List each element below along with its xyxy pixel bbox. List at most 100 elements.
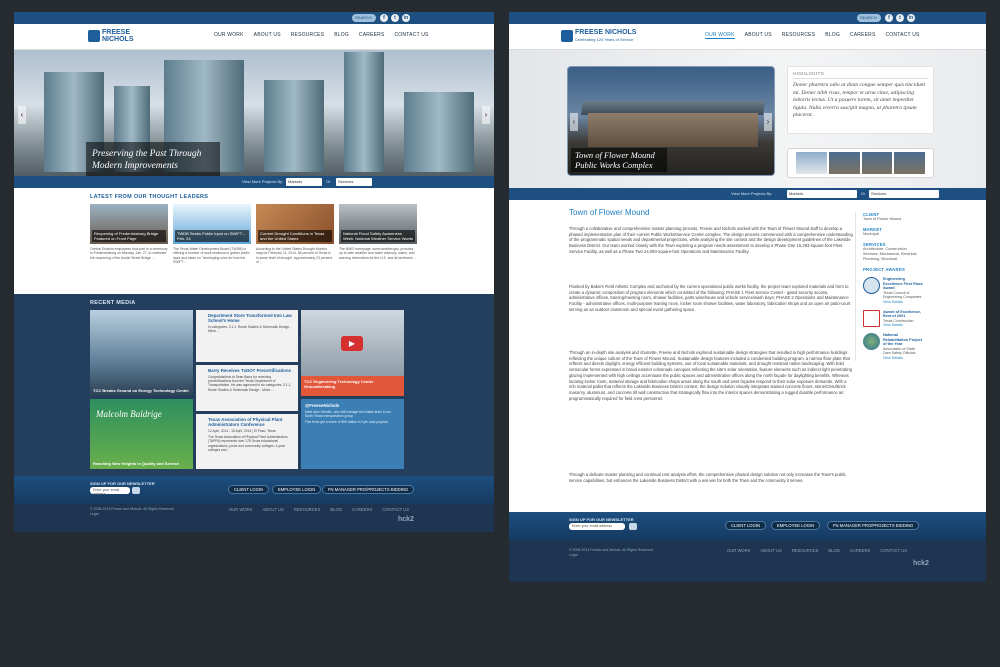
footer-link[interactable]: CONTACT US <box>880 548 907 553</box>
nav-about-us[interactable]: ABOUT US <box>254 32 281 38</box>
newsletter-email-input[interactable]: Enter your email address <box>569 523 625 530</box>
hero-prev-arrow-icon[interactable]: ‹ <box>18 106 26 124</box>
freese-nichols-logo[interactable]: FREESE NICHOLS Celebrating 120 Years of S… <box>561 29 636 43</box>
search-button[interactable]: SEARCH <box>857 14 881 22</box>
project-page-screenshot: SEARCH f t in FREESE NICHOLS Celebrating … <box>509 12 986 582</box>
footer-link[interactable]: CAREERS <box>352 507 372 512</box>
award-item: National Rehabilitation Project of the Y… <box>863 332 923 361</box>
footer-link[interactable]: ABOUT US <box>263 507 284 512</box>
logo-mark-icon <box>88 30 100 42</box>
project-paragraph: Through a delicate master planning and c… <box>569 472 846 483</box>
legal-link[interactable]: Legal <box>569 553 578 557</box>
hck2-credit[interactable]: hck2 <box>398 516 414 523</box>
nav-resources[interactable]: RESOURCES <box>291 32 324 38</box>
hero-next-arrow-icon[interactable]: › <box>482 106 490 124</box>
footer-link[interactable]: BLOG <box>330 507 342 512</box>
nav-contact-us[interactable]: CONTACT US <box>395 32 429 38</box>
markets-select[interactable]: Markets <box>787 190 857 198</box>
media-tile-date: 12 April, 2014 - 15 April, 2014 | El Pas… <box>208 429 276 433</box>
media-tile-video[interactable]: ▶ TCC Engineering Technology Center Grou… <box>301 310 404 396</box>
recent-media-heading: RECENT MEDIA <box>90 300 136 306</box>
logo-line-1: FREESE <box>575 29 604 36</box>
filter-label: View More Projects By: <box>731 191 773 196</box>
footer: © 2008-2014 Freese and Nichols. All Righ… <box>14 504 494 532</box>
nav-resources[interactable]: RESOURCES <box>782 32 815 39</box>
footer: © 2008-2014 Freese and Nichols. All Righ… <box>509 540 986 582</box>
logo-line-1: FREESE <box>102 29 131 36</box>
view-details-link[interactable]: View Details <box>883 300 923 305</box>
media-tile[interactable]: Malcolm Baldrige Reaching New Heights in… <box>90 399 193 469</box>
slide-next-arrow-icon[interactable]: › <box>764 113 772 131</box>
search-label: SEARCH <box>860 15 877 20</box>
slide-thumbnail[interactable] <box>861 152 893 174</box>
award-item: Engineering Excellence First Place Award… <box>863 277 923 305</box>
nav-contact-us[interactable]: CONTACT US <box>886 32 920 39</box>
copyright: © 2008-2014 Freese and Nichols. All Righ… <box>569 548 653 552</box>
nav-blog[interactable]: BLOG <box>825 32 840 39</box>
twitter-icon[interactable]: t <box>896 14 904 22</box>
footer-link[interactable]: ABOUT US <box>761 548 782 553</box>
project-content: Town of Flower Mound Through a collabora… <box>509 200 986 514</box>
employee-login-button[interactable]: EMPLOYEE LOGIN <box>771 521 821 530</box>
nav-about-us[interactable]: ABOUT US <box>745 32 772 39</box>
media-tile-desc: In categories: 3.1.1, Route Studies & Sc… <box>208 325 292 334</box>
nav-menu: OUR WORK ABOUT US RESOURCES BLOG CAREERS… <box>705 32 920 39</box>
view-details-link[interactable]: View Details <box>883 356 923 361</box>
newsletter-bar: SIGN UP FOR OUR NEWSLETTER Enter your em… <box>509 512 986 540</box>
slide-thumbnail[interactable] <box>894 152 925 174</box>
media-tile[interactable]: Barry Receives TxDOT Precertifications C… <box>196 365 298 411</box>
footer-link[interactable]: CONTACT US <box>382 507 409 512</box>
twitter-tile[interactable]: @FreeseNichols Meet Alan Hendrix, who wi… <box>301 399 404 469</box>
markets-select[interactable]: Markets <box>286 178 322 186</box>
services-select[interactable]: Services <box>869 190 939 198</box>
nav-our-work[interactable]: OUR WORK <box>214 32 244 38</box>
fn-manager-button[interactable]: FN MANAGER PRO/PROJECTS BIDDING <box>322 485 415 494</box>
footer-link[interactable]: RESOURCES <box>294 507 321 512</box>
nav-blog[interactable]: BLOG <box>334 32 349 38</box>
client-login-button[interactable]: CLIENT LOGIN <box>228 485 270 494</box>
legal-link[interactable]: Legal <box>90 512 99 516</box>
footer-link[interactable]: CAREERS <box>850 548 870 553</box>
media-tile[interactable]: TCC Breaks Ground on Energy Technology C… <box>90 310 193 396</box>
newsletter-email-input[interactable]: Enter your email address <box>90 487 130 496</box>
hck2-credit[interactable]: hck2 <box>913 560 929 567</box>
fn-manager-button[interactable]: FN MANAGER PRO/PROJECTS BIDDING <box>827 521 920 530</box>
newsletter-submit-button[interactable] <box>132 487 140 494</box>
nav-careers[interactable]: CAREERS <box>359 32 385 38</box>
media-tile-title: TCC Breaks Ground on Energy Technology C… <box>93 388 189 393</box>
linkedin-icon[interactable]: in <box>402 14 410 22</box>
nav-our-work[interactable]: OUR WORK <box>705 32 735 39</box>
view-details-link[interactable]: View Details <box>883 323 923 328</box>
footer-link[interactable]: OUR WORK <box>727 548 751 553</box>
services-select[interactable]: Services <box>336 178 372 186</box>
search-button[interactable]: SEARCH <box>352 14 376 22</box>
facebook-icon[interactable]: f <box>885 14 893 22</box>
nav-careers[interactable]: CAREERS <box>850 32 876 39</box>
blog-card[interactable]: National Flood Safety Awareness Week: Na… <box>339 204 417 265</box>
footer-link[interactable]: RESOURCES <box>792 548 819 553</box>
blog-card[interactable]: Current Drought Conditions in Texas and … <box>256 204 334 265</box>
blog-card-desc: The Texas Water Development Board (TWDB)… <box>173 247 250 265</box>
twitter-icon[interactable]: t <box>391 14 399 22</box>
nav-menu: OUR WORK ABOUT US RESOURCES BLOG CAREERS… <box>214 32 429 38</box>
slide-building <box>588 113 758 147</box>
logo-mark-icon <box>561 30 573 42</box>
media-tile[interactable]: Texas Association of Physical Plant Admi… <box>196 414 298 469</box>
client-login-button[interactable]: CLIENT LOGIN <box>725 521 767 530</box>
footer-link[interactable]: OUR WORK <box>229 507 253 512</box>
media-tile[interactable]: Department Store Transformed Into Law Sc… <box>196 310 298 362</box>
main-nav: FREESE NICHOLS OUR WORK ABOUT US RESOURCE… <box>14 24 494 50</box>
award-item: Award of Excellence, Best of 2001 Texas … <box>863 309 923 328</box>
newsletter-submit-button[interactable] <box>629 523 637 530</box>
linkedin-icon[interactable]: in <box>907 14 915 22</box>
slide-thumbnail[interactable] <box>796 152 827 174</box>
blog-card[interactable]: Reopening of Fredericksburg Bridge Featu… <box>90 204 168 265</box>
footer-link[interactable]: BLOG <box>828 548 840 553</box>
freese-nichols-logo[interactable]: FREESE NICHOLS <box>88 29 134 43</box>
facebook-icon[interactable]: f <box>380 14 388 22</box>
slide-prev-arrow-icon[interactable]: ‹ <box>570 113 578 131</box>
slide-thumbnail[interactable] <box>828 152 860 174</box>
video-play-icon[interactable]: ▶ <box>341 336 363 351</box>
blog-card[interactable]: TWDB Seeks Public Input on SWIFT – Feb. … <box>173 204 251 265</box>
employee-login-button[interactable]: EMPLOYEE LOGIN <box>272 485 322 494</box>
